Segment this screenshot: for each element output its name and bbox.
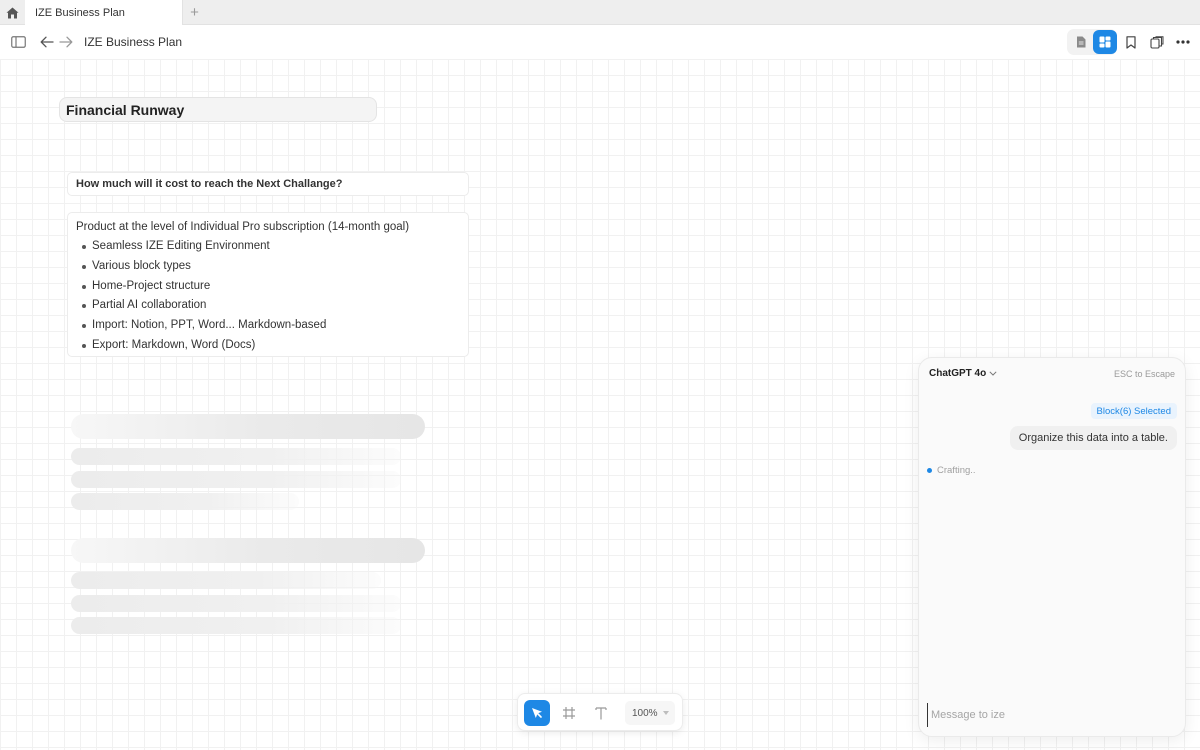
list-item-text: Various block types — [92, 259, 191, 272]
escape-hint: ESC to Escape — [1113, 369, 1175, 379]
zoom-select[interactable]: 100% — [625, 701, 675, 725]
list-item: Export: Markdown, Word (Docs) — [76, 336, 460, 356]
sidebar-toggle-icon — [10, 36, 26, 48]
bullet-icon — [82, 324, 86, 329]
zoom-value: 100% — [632, 707, 658, 719]
new-tab-button[interactable]: + — [186, 4, 203, 21]
bullet-icon — [82, 304, 86, 309]
list-item-text: Seamless IZE Editing Environment — [92, 240, 270, 252]
loading-skeleton-line — [71, 448, 401, 465]
layers-icon — [1150, 35, 1164, 49]
message-input[interactable] — [927, 703, 1177, 727]
list-item: Partial AI collaboration — [76, 296, 460, 316]
loading-skeleton-heading — [71, 414, 425, 439]
text-icon — [595, 706, 607, 719]
select-tool-button[interactable] — [524, 700, 550, 726]
model-selector[interactable]: ChatGPT 4o — [929, 368, 997, 379]
bullet-list: Seamless IZE Editing Environment Various… — [76, 237, 460, 356]
ai-status: Crafting.. — [927, 465, 976, 476]
frame-tool-button[interactable] — [556, 700, 582, 726]
bullet-icon — [82, 245, 86, 249]
bullet-icon — [82, 284, 86, 289]
model-name: ChatGPT 4o — [929, 368, 987, 379]
loading-skeleton-heading — [71, 538, 425, 563]
text-tool-button[interactable] — [588, 700, 614, 726]
board-icon — [1099, 36, 1111, 48]
bookmark-button[interactable] — [1120, 31, 1142, 53]
user-message: Organize this data into a table. — [1009, 426, 1177, 450]
loading-skeleton-line — [71, 493, 299, 510]
bullet-icon — [82, 343, 86, 348]
selection-badge: Block(6) Selected — [1090, 403, 1177, 419]
bookmark-icon — [1126, 35, 1136, 49]
question-block[interactable]: How much will it cost to reach the Next … — [67, 172, 469, 196]
loading-skeleton-line — [71, 471, 401, 488]
home-icon — [6, 7, 19, 18]
list-block-intro: Product at the level of Individual Pro s… — [76, 221, 410, 233]
tab-label: IZE Business Plan — [35, 6, 125, 19]
status-text: Crafting.. — [937, 465, 976, 476]
plus-icon: + — [190, 4, 199, 21]
chevron-down-icon — [989, 371, 997, 376]
question-block-text: How much will it cost to reach the Next … — [76, 178, 343, 190]
home-button[interactable] — [0, 0, 25, 25]
sidebar-toggle-button[interactable] — [7, 31, 29, 53]
loading-skeleton-line — [71, 617, 401, 634]
cursor-icon — [532, 708, 542, 718]
document-view-button[interactable] — [1070, 31, 1092, 53]
loading-skeleton-line — [71, 572, 381, 589]
list-item: Seamless IZE Editing Environment — [76, 237, 460, 257]
ai-chat-panel: ChatGPT 4o ESC to Escape Block(6) Select… — [918, 357, 1186, 737]
more-options-button[interactable] — [1172, 31, 1194, 53]
document-icon — [1077, 36, 1086, 48]
list-item-text: Home-Project structure — [92, 279, 211, 292]
title-block-text: Financial Runway — [66, 101, 185, 118]
tab-strip: IZE Business Plan + — [0, 0, 1200, 25]
list-item: Home-Project structure — [76, 277, 460, 297]
list-item: Various block types — [76, 257, 460, 277]
frame-icon — [563, 707, 575, 719]
more-icon — [1176, 40, 1190, 44]
layers-button[interactable] — [1146, 31, 1168, 53]
tool-palette: 100% — [517, 693, 683, 731]
list-block[interactable]: Product at the level of Individual Pro s… — [67, 212, 469, 357]
top-toolbar: IZE Business Plan — [0, 25, 1200, 59]
arrow-right-icon — [59, 36, 73, 48]
arrow-left-icon — [40, 36, 54, 48]
board-view-button[interactable] — [1093, 30, 1117, 54]
chevron-down-icon — [663, 711, 669, 715]
list-item-text: Import: Notion, PPT, Word... Markdown-ba… — [92, 319, 327, 332]
forward-button[interactable] — [55, 31, 77, 53]
list-item-text: Export: Markdown, Word (Docs) — [92, 338, 256, 351]
loading-skeleton-line — [71, 595, 401, 612]
list-item-text: Partial AI collaboration — [92, 299, 207, 312]
document-title: IZE Business Plan — [84, 35, 183, 49]
status-dot-icon — [927, 468, 932, 473]
tab-ize-business-plan[interactable]: IZE Business Plan — [25, 0, 183, 25]
view-mode-toggle — [1067, 29, 1117, 55]
list-item: Import: Notion, PPT, Word... Markdown-ba… — [76, 316, 460, 336]
title-block[interactable]: Financial Runway — [59, 97, 377, 122]
bullet-icon — [82, 264, 86, 269]
